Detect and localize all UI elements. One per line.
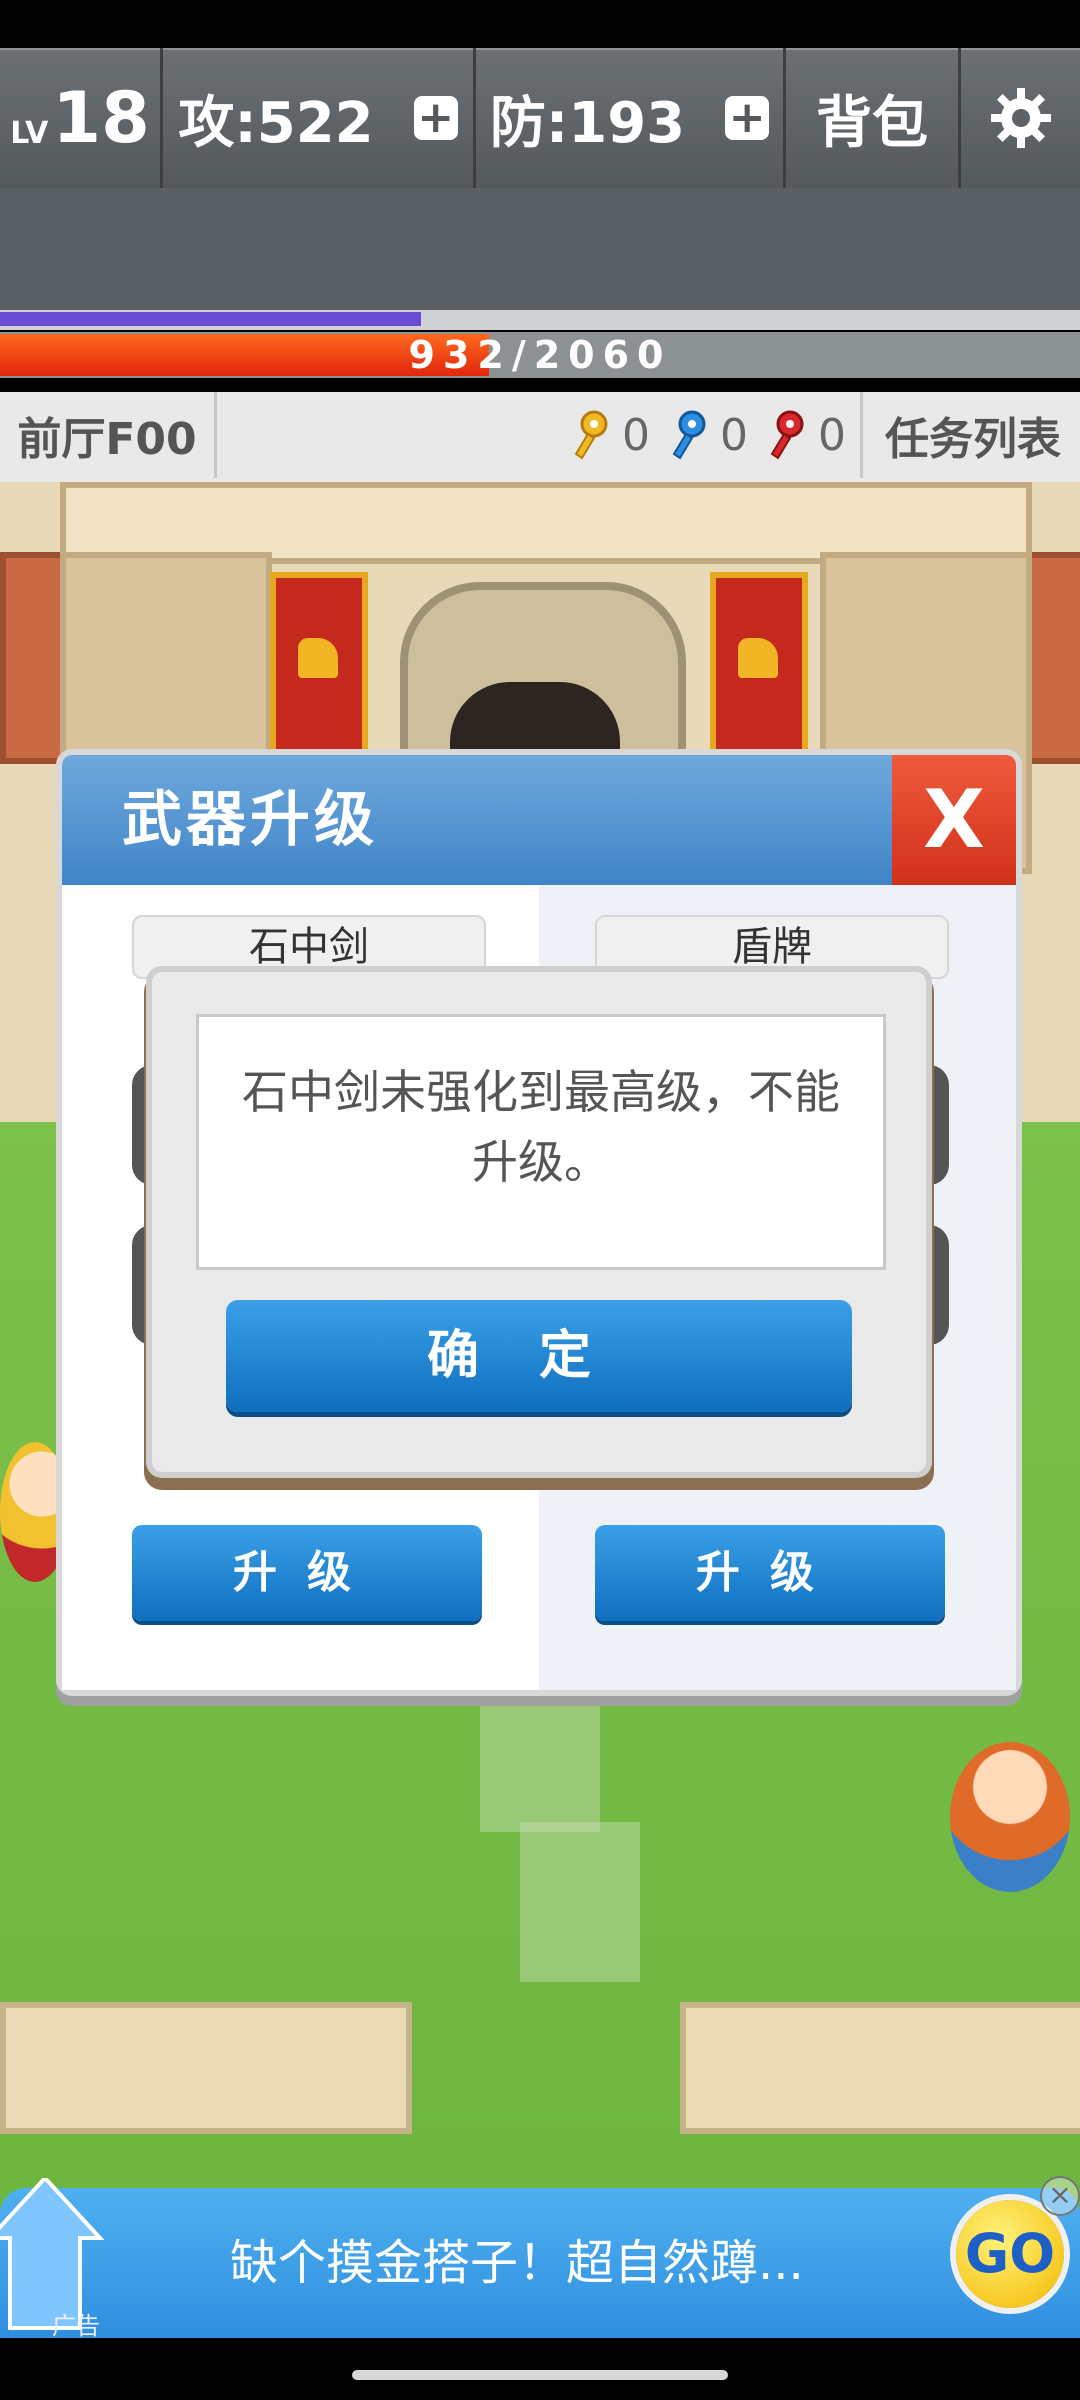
balustrade-right bbox=[680, 2002, 1080, 2134]
hero-character[interactable] bbox=[0, 1442, 70, 1582]
sword-upgrade-button[interactable]: 升级 bbox=[132, 1525, 482, 1621]
floor-tile bbox=[520, 1822, 640, 1982]
blue-key: 0 bbox=[668, 410, 748, 461]
backpack-button[interactable]: 背包 bbox=[786, 48, 961, 188]
npc-girl-character[interactable] bbox=[950, 1742, 1070, 1892]
blue-key-icon bbox=[672, 410, 706, 460]
yellow-key-count: 0 bbox=[622, 409, 650, 461]
defense-stat[interactable]: 防:193 + bbox=[476, 48, 786, 188]
ad-text: 缺个摸金搭子！超自然蹲... bbox=[230, 2235, 804, 2291]
defense-value: 防:193 bbox=[489, 90, 686, 156]
shield-name: 盾牌 bbox=[595, 915, 949, 979]
close-icon: X bbox=[923, 773, 985, 866]
floor-name: 前厅F00 bbox=[17, 414, 197, 465]
task-list-button[interactable]: 任务列表 bbox=[866, 392, 1080, 478]
ad-label: 广告 bbox=[52, 2312, 100, 2340]
alert-dialog: 石中剑未强化到最高级，不能升级。 确定 bbox=[152, 972, 926, 1472]
blue-key-count: 0 bbox=[720, 409, 748, 461]
yellow-key: 0 bbox=[570, 410, 650, 461]
key-inventory: 0 0 0 bbox=[220, 392, 863, 478]
ad-go-button[interactable]: GO bbox=[956, 2200, 1064, 2308]
ad-close-icon[interactable]: × bbox=[1040, 2176, 1080, 2216]
red-banner bbox=[710, 572, 808, 764]
plus-icon[interactable]: + bbox=[725, 96, 770, 140]
red-key-icon bbox=[770, 410, 804, 460]
level-value: 18 bbox=[52, 77, 150, 159]
settings-button[interactable] bbox=[961, 48, 1080, 188]
floor-tile bbox=[480, 1672, 600, 1832]
attack-stat[interactable]: 攻:522 + bbox=[163, 48, 476, 188]
backpack-label: 背包 bbox=[816, 90, 928, 156]
attack-value: 攻:522 bbox=[178, 90, 374, 156]
confirm-button[interactable]: 确定 bbox=[226, 1300, 852, 1412]
alert-message-box: 石中剑未强化到最高级，不能升级。 bbox=[196, 1014, 886, 1270]
red-key: 0 bbox=[766, 410, 846, 461]
ad-banner[interactable]: 缺个摸金搭子！超自然蹲... GO 广告 × bbox=[0, 2176, 1080, 2340]
plus-icon[interactable]: + bbox=[413, 96, 458, 140]
alert-message: 石中剑未强化到最高级，不能升级。 bbox=[242, 1065, 840, 1189]
gear-icon bbox=[990, 88, 1051, 148]
red-banner bbox=[270, 572, 368, 764]
hp-text: 932/2060 bbox=[408, 333, 672, 377]
home-indicator[interactable] bbox=[352, 2370, 728, 2380]
shield-upgrade-button[interactable]: 升级 bbox=[595, 1525, 945, 1621]
floor-label: 前厅F00 bbox=[0, 392, 217, 478]
red-key-count: 0 bbox=[818, 409, 846, 461]
level-indicator: LV 18 bbox=[0, 48, 163, 188]
balustrade-left bbox=[0, 2002, 412, 2134]
close-button[interactable]: X bbox=[892, 755, 1016, 885]
xp-bar-fill bbox=[0, 312, 421, 326]
sword-name: 石中剑 bbox=[132, 915, 486, 979]
task-list-label: 任务列表 bbox=[885, 414, 1061, 465]
system-nav-bar bbox=[0, 2338, 1080, 2400]
level-prefix: LV bbox=[10, 115, 49, 151]
dialog-title: 武器升级 bbox=[122, 785, 378, 855]
yellow-key-icon bbox=[574, 410, 608, 460]
info-bar: 前厅F00 0 0 0 任务列表 bbox=[0, 392, 1080, 482]
